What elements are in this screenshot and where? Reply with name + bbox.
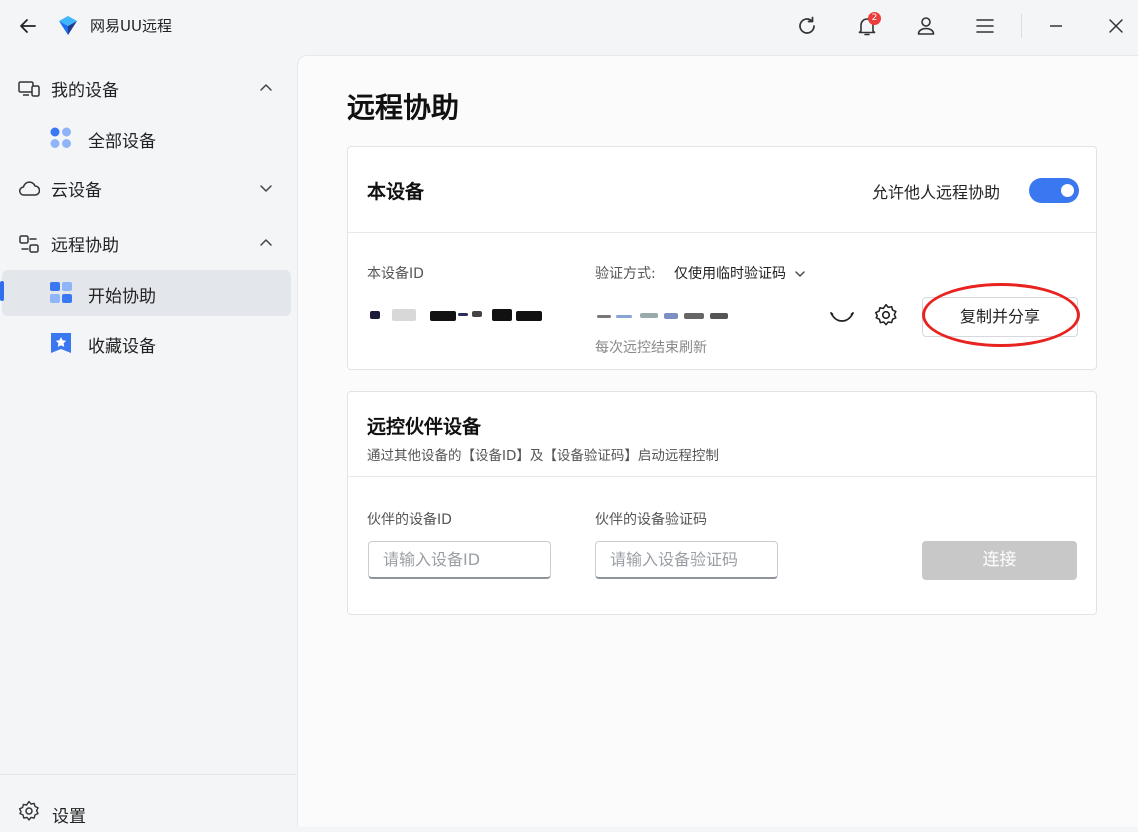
notification-badge: 2: [868, 12, 881, 25]
remote-assist-icon: [18, 233, 40, 255]
allow-remote-label: 允许他人远程协助: [872, 183, 1001, 202]
active-indicator: [0, 281, 4, 301]
sidebar-divider: [0, 774, 296, 775]
chevron-down-icon: [258, 180, 274, 196]
card-title: 本设备: [367, 181, 425, 203]
sidebar-item-all-devices[interactable]: 全部设备: [2, 115, 291, 161]
partner-id-label: 伙伴的设备ID: [367, 512, 452, 528]
chevron-down-icon: [795, 271, 806, 277]
page-title: 远程协助: [347, 91, 460, 124]
partner-id-input[interactable]: [368, 541, 551, 579]
back-arrow-icon[interactable]: [14, 12, 42, 40]
star-bookmark-icon: [49, 331, 73, 355]
sidebar-item-cloud-devices[interactable]: 云设备: [0, 165, 296, 211]
sidebar-item-label: 云设备: [51, 180, 102, 201]
sidebar: 我的设备 全部设备 云设备 远程协助 开始协助 收藏设备 设置: [0, 52, 296, 827]
eye-closed-icon[interactable]: [828, 303, 856, 331]
device-id-label: 本设备ID: [367, 266, 424, 282]
sidebar-item-label: 全部设备: [88, 132, 156, 152]
verify-method-label: 验证方式:: [595, 266, 656, 282]
devices-icon: [18, 78, 40, 100]
chevron-up-icon: [258, 235, 274, 251]
card-title: 远控伙伴设备: [367, 416, 482, 438]
refresh-icon[interactable]: [792, 11, 822, 41]
sidebar-item-label: 设置: [52, 807, 86, 827]
close-icon[interactable]: [1101, 11, 1131, 41]
menu-icon[interactable]: [970, 11, 1000, 41]
minimize-icon[interactable]: [1041, 11, 1071, 41]
user-account-icon[interactable]: [911, 11, 941, 41]
allow-remote-toggle[interactable]: [1029, 178, 1079, 203]
card-divider: [348, 476, 1096, 477]
partner-code-label: 伙伴的设备验证码: [595, 512, 707, 528]
copy-share-button[interactable]: 复制并分享: [922, 297, 1078, 337]
app-logo-icon: [56, 13, 80, 37]
sidebar-item-my-devices[interactable]: 我的设备: [0, 65, 296, 111]
card-description: 通过其他设备的【设备ID】及【设备验证码】启动远程控制: [367, 448, 719, 464]
refresh-hint: 每次远控结束刷新: [595, 340, 707, 356]
sidebar-item-label: 收藏设备: [88, 337, 156, 357]
partner-code-input[interactable]: [595, 541, 778, 579]
sidebar-item-settings[interactable]: 设置: [0, 792, 296, 832]
sidebar-item-remote-assist[interactable]: 远程协助: [0, 220, 296, 266]
sidebar-item-label: 开始协助: [88, 287, 156, 307]
grid-dots-icon: [49, 126, 73, 150]
sidebar-item-start-assist[interactable]: 开始协助: [2, 270, 291, 316]
app-name: 网易UU远程: [90, 17, 172, 35]
title-bar: 网易UU远程 2: [0, 0, 1138, 52]
verify-method-value: 仅使用临时验证码: [674, 266, 786, 282]
cloud-icon: [18, 178, 41, 200]
gear-icon[interactable]: [874, 303, 900, 329]
start-assist-icon: [49, 281, 73, 305]
connect-button[interactable]: 连接: [922, 541, 1077, 580]
titlebar-divider: [1021, 14, 1022, 38]
sidebar-item-label: 远程协助: [51, 235, 119, 256]
verify-method-select[interactable]: 仅使用临时验证码: [674, 263, 806, 283]
toggle-knob: [1061, 184, 1074, 197]
partner-device-card: 远控伙伴设备 通过其他设备的【设备ID】及【设备验证码】启动远程控制 伙伴的设备…: [347, 391, 1097, 615]
this-device-card: 本设备 允许他人远程协助 本设备ID 验证方式: 仅使用临时验证码 复制并分享 …: [347, 146, 1097, 370]
card-divider: [348, 232, 1096, 233]
gear-icon: [18, 800, 40, 822]
main-content: 远程协助 本设备 允许他人远程协助 本设备ID 验证方式: 仅使用临时验证码 复…: [297, 55, 1138, 827]
chevron-up-icon: [258, 80, 274, 96]
sidebar-item-saved-devices[interactable]: 收藏设备: [2, 320, 291, 366]
sidebar-item-label: 我的设备: [51, 80, 119, 101]
notification-bell-icon[interactable]: 2: [852, 11, 882, 41]
